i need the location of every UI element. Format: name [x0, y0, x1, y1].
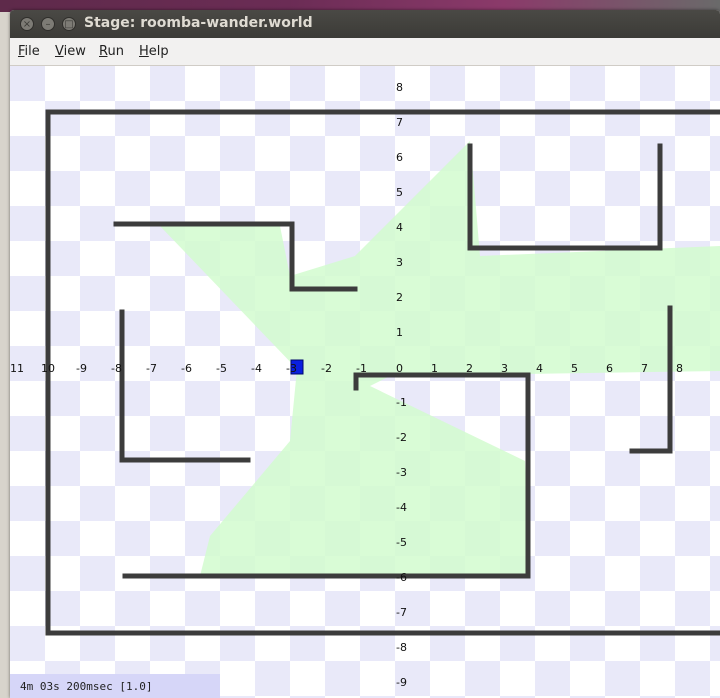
minimize-button[interactable]: –	[41, 17, 55, 31]
x-axis-tick-label: 10	[41, 362, 55, 375]
menu-file[interactable]: File	[18, 44, 40, 59]
title-bar[interactable]: × – □ Stage: roomba-wander.world	[10, 10, 720, 38]
y-axis-tick-label: 1	[396, 326, 403, 339]
x-axis-tick-label: 0	[396, 362, 403, 375]
y-axis-tick-label: -1	[396, 396, 407, 409]
stage-window: × – □ Stage: roomba-wander.world File Vi…	[10, 10, 720, 698]
y-axis-tick-label: 5	[396, 186, 403, 199]
x-axis-tick-label: 6	[606, 362, 613, 375]
x-axis-tick-label: -11	[10, 362, 24, 375]
x-axis-tick-label: -5	[216, 362, 227, 375]
x-axis-tick-label: 7	[641, 362, 648, 375]
y-axis-tick-label: -5	[396, 536, 407, 549]
maximize-button[interactable]: □	[62, 17, 76, 31]
y-axis-tick-label: -7	[396, 606, 407, 619]
menu-run[interactable]: Run	[99, 44, 124, 59]
y-axis-tick-label: 3	[396, 256, 403, 269]
x-axis-tick-label: 8	[676, 362, 683, 375]
x-axis-tick-label: -1	[356, 362, 367, 375]
y-axis-tick-label: -9	[396, 676, 407, 689]
y-axis-tick-label: -2	[396, 431, 407, 444]
x-axis-tick-label: 2	[466, 362, 473, 375]
x-axis-tick-label: 1	[431, 362, 438, 375]
status-text: 4m 03s 200msec [1.0]	[20, 680, 153, 693]
desktop-left-strip	[0, 12, 10, 698]
x-axis-tick-label: -7	[146, 362, 157, 375]
x-axis-tick-label: -6	[181, 362, 192, 375]
y-axis-tick-label: 6	[396, 151, 403, 164]
x-axis-tick-label: -2	[321, 362, 332, 375]
y-axis-tick-label: 4	[396, 221, 403, 234]
x-axis-tick-label: -8	[111, 362, 122, 375]
x-axis-tick-label: 4	[536, 362, 543, 375]
x-axis-tick-label: 3	[501, 362, 508, 375]
close-button[interactable]: ×	[20, 17, 34, 31]
x-axis-tick-label: -3	[286, 362, 297, 375]
menu-bar: File View Run Help	[10, 38, 720, 66]
x-axis-tick-label: -4	[251, 362, 262, 375]
x-axis-tick-label: -9	[76, 362, 87, 375]
status-bar: 4m 03s 200msec [1.0]	[10, 674, 220, 698]
y-axis-tick-label: -8	[396, 641, 407, 654]
menu-view[interactable]: View	[55, 44, 86, 59]
window-title: Stage: roomba-wander.world	[84, 15, 313, 31]
y-axis-tick-label: 8	[396, 81, 403, 94]
stage-canvas[interactable]: -1110-9-8-7-6-5-4-3-2-1012345678 8765432…	[10, 66, 720, 698]
x-axis-tick-label: 5	[571, 362, 578, 375]
y-axis-tick-label: 7	[396, 116, 403, 129]
menu-help[interactable]: Help	[139, 44, 169, 59]
world-view[interactable]: -1110-9-8-7-6-5-4-3-2-1012345678 8765432…	[10, 66, 720, 698]
y-axis-tick-label: -3	[396, 466, 407, 479]
y-axis-tick-label: -4	[396, 501, 407, 514]
y-axis-tick-label: -6	[396, 571, 407, 584]
y-axis-tick-label: 2	[396, 291, 403, 304]
